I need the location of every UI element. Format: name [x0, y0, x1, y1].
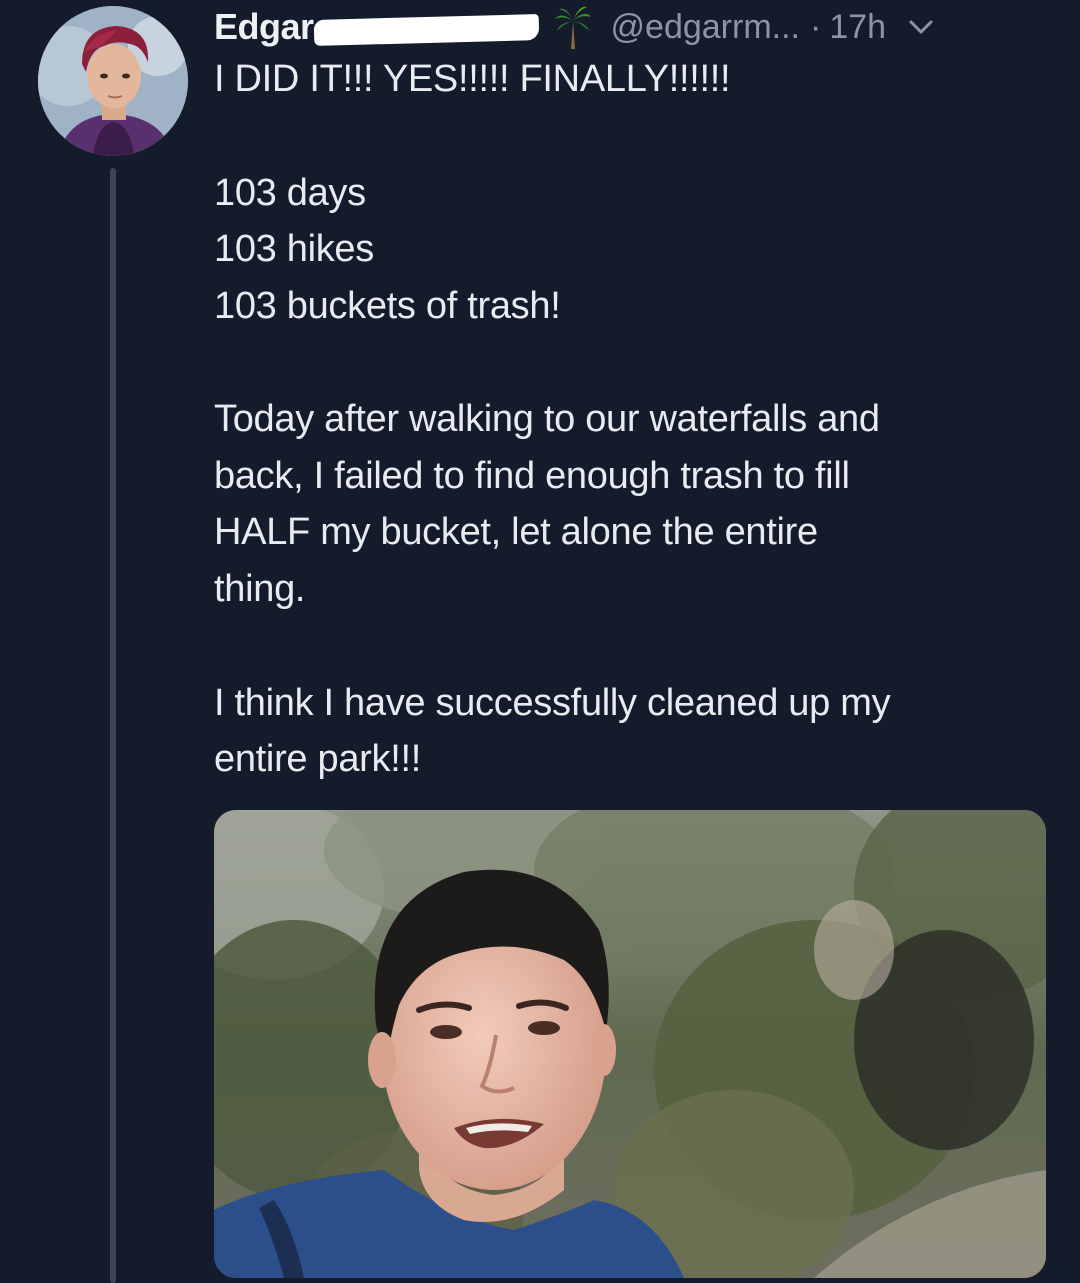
tweet-header: Edgar @edgarrm... · 17h — [214, 4, 1054, 50]
tweet-text-line: 103 hikes — [214, 228, 374, 270]
tweet-text-line: Today after walking to our waterfalls an… — [214, 398, 880, 440]
separator-dot: · — [810, 7, 822, 46]
tweet-text-line: 103 buckets of trash! — [214, 285, 561, 327]
user-handle[interactable]: @edgarrm... — [611, 8, 800, 47]
tweet-text-line: I DID IT!!! YES!!!!! FINALLY!!!!!! — [214, 58, 731, 100]
timestamp[interactable]: 17h — [829, 8, 886, 47]
chevron-down-icon[interactable] — [908, 17, 934, 37]
tweet-text-line: back, I failed to find enough trash to f… — [214, 455, 850, 497]
display-name[interactable]: Edgar — [214, 6, 314, 48]
tweet-text-line: entire park!!! — [214, 738, 422, 780]
palm-tree-icon — [553, 5, 593, 49]
tweet-text-line: 103 days — [214, 172, 366, 214]
redaction-mark — [313, 14, 539, 46]
tweet-media-photo[interactable] — [214, 810, 1046, 1278]
tweet[interactable]: Edgar @edgarrm... · 17h I DID IT!!! YES!… — [0, 0, 1080, 1283]
thread-connector-line — [110, 168, 116, 1283]
selfie-photo — [214, 810, 1046, 1278]
tweet-text-line: HALF my bucket, let alone the entire — [214, 511, 818, 553]
avatar-image — [38, 6, 188, 156]
tweet-text-line: thing. — [214, 568, 306, 610]
avatar[interactable] — [38, 6, 188, 156]
tweet-text-line: I think I have successfully cleaned up m… — [214, 682, 891, 724]
